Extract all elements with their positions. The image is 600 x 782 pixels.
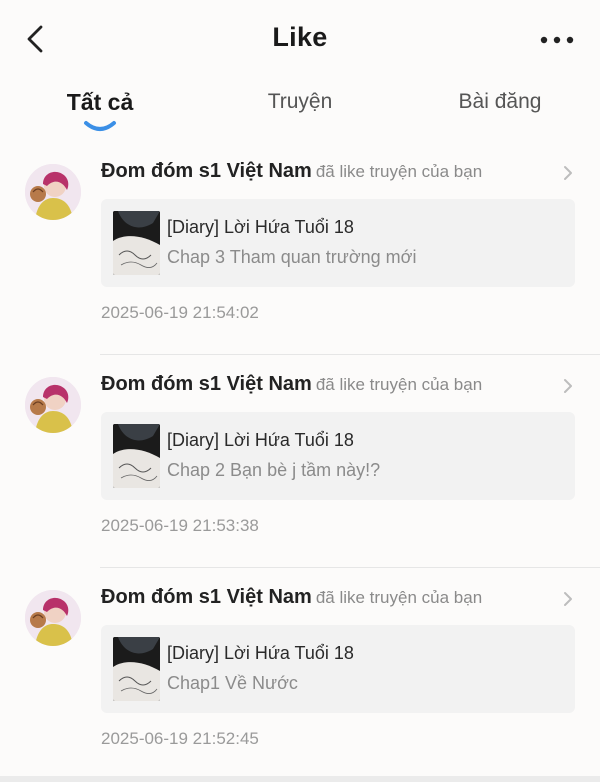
timestamp: 2025-06-19 21:52:45 <box>101 729 259 748</box>
actor-name[interactable]: Đom đóm s1 Việt Nam <box>101 160 312 182</box>
chevron-right-icon[interactable] <box>562 590 574 608</box>
active-tab-indicator <box>84 121 116 131</box>
list-item[interactable]: Đom đóm s1 Việt Nam đã like truyện của bạ… <box>0 568 600 781</box>
chevron-right-icon[interactable] <box>562 377 574 395</box>
page-title: Like <box>272 22 328 52</box>
bottom-edge <box>0 776 600 782</box>
more-button[interactable] <box>540 30 574 50</box>
story-card[interactable]: [Diary] Lời Hứa Tuổi 18 Chap1 Về Nước <box>101 625 575 713</box>
avatar[interactable] <box>25 164 81 220</box>
story-thumbnail <box>113 211 160 275</box>
chapter-title: Chap 2 Bạn bè j tầm này!? <box>167 460 381 480</box>
action-text: đã like truyện của bạn <box>315 375 483 394</box>
tab-all[interactable]: Tất cả <box>67 89 133 116</box>
avatar[interactable] <box>25 377 81 433</box>
more-horizontal-icon <box>540 36 574 44</box>
timestamp: 2025-06-19 21:53:38 <box>101 516 259 535</box>
header: Like <box>0 0 600 80</box>
actor-name[interactable]: Đom đóm s1 Việt Nam <box>101 586 312 608</box>
notification-text: Đom đóm s1 Việt Nam đã like truyện của bạ… <box>101 373 560 396</box>
tab-bar: Tất cả Truyện Bài đăng <box>0 80 600 142</box>
story-thumbnail <box>113 424 160 488</box>
chapter-title: Chap 3 Tham quan trường mới <box>167 247 417 267</box>
notification-text: Đom đóm s1 Việt Nam đã like truyện của bạ… <box>101 586 560 609</box>
story-thumbnail <box>113 637 160 701</box>
list-item[interactable]: Đom đóm s1 Việt Nam đã like truyện của bạ… <box>0 355 600 568</box>
tab-stories[interactable]: Truyện <box>268 90 333 114</box>
story-title: [Diary] Lời Hứa Tuổi 18 <box>167 643 354 663</box>
avatar[interactable] <box>25 590 81 646</box>
timestamp: 2025-06-19 21:54:02 <box>101 303 259 322</box>
action-text: đã like truyện của bạn <box>315 588 483 607</box>
story-card[interactable]: [Diary] Lời Hứa Tuổi 18 Chap 3 Tham quan… <box>101 199 575 287</box>
notification-text: Đom đóm s1 Việt Nam đã like truyện của bạ… <box>101 160 560 183</box>
chapter-title: Chap1 Về Nước <box>167 673 298 693</box>
chevron-right-icon[interactable] <box>562 164 574 182</box>
tab-posts[interactable]: Bài đăng <box>459 90 542 114</box>
like-feed: Đom đóm s1 Việt Nam đã like truyện của bạ… <box>0 142 600 781</box>
action-text: đã like truyện của bạn <box>315 162 483 181</box>
story-title: [Diary] Lời Hứa Tuổi 18 <box>167 430 354 450</box>
story-card[interactable]: [Diary] Lời Hứa Tuổi 18 Chap 2 Bạn bè j … <box>101 412 575 500</box>
list-item[interactable]: Đom đóm s1 Việt Nam đã like truyện của bạ… <box>0 142 600 355</box>
actor-name[interactable]: Đom đóm s1 Việt Nam <box>101 373 312 395</box>
story-title: [Diary] Lời Hứa Tuổi 18 <box>167 217 354 237</box>
